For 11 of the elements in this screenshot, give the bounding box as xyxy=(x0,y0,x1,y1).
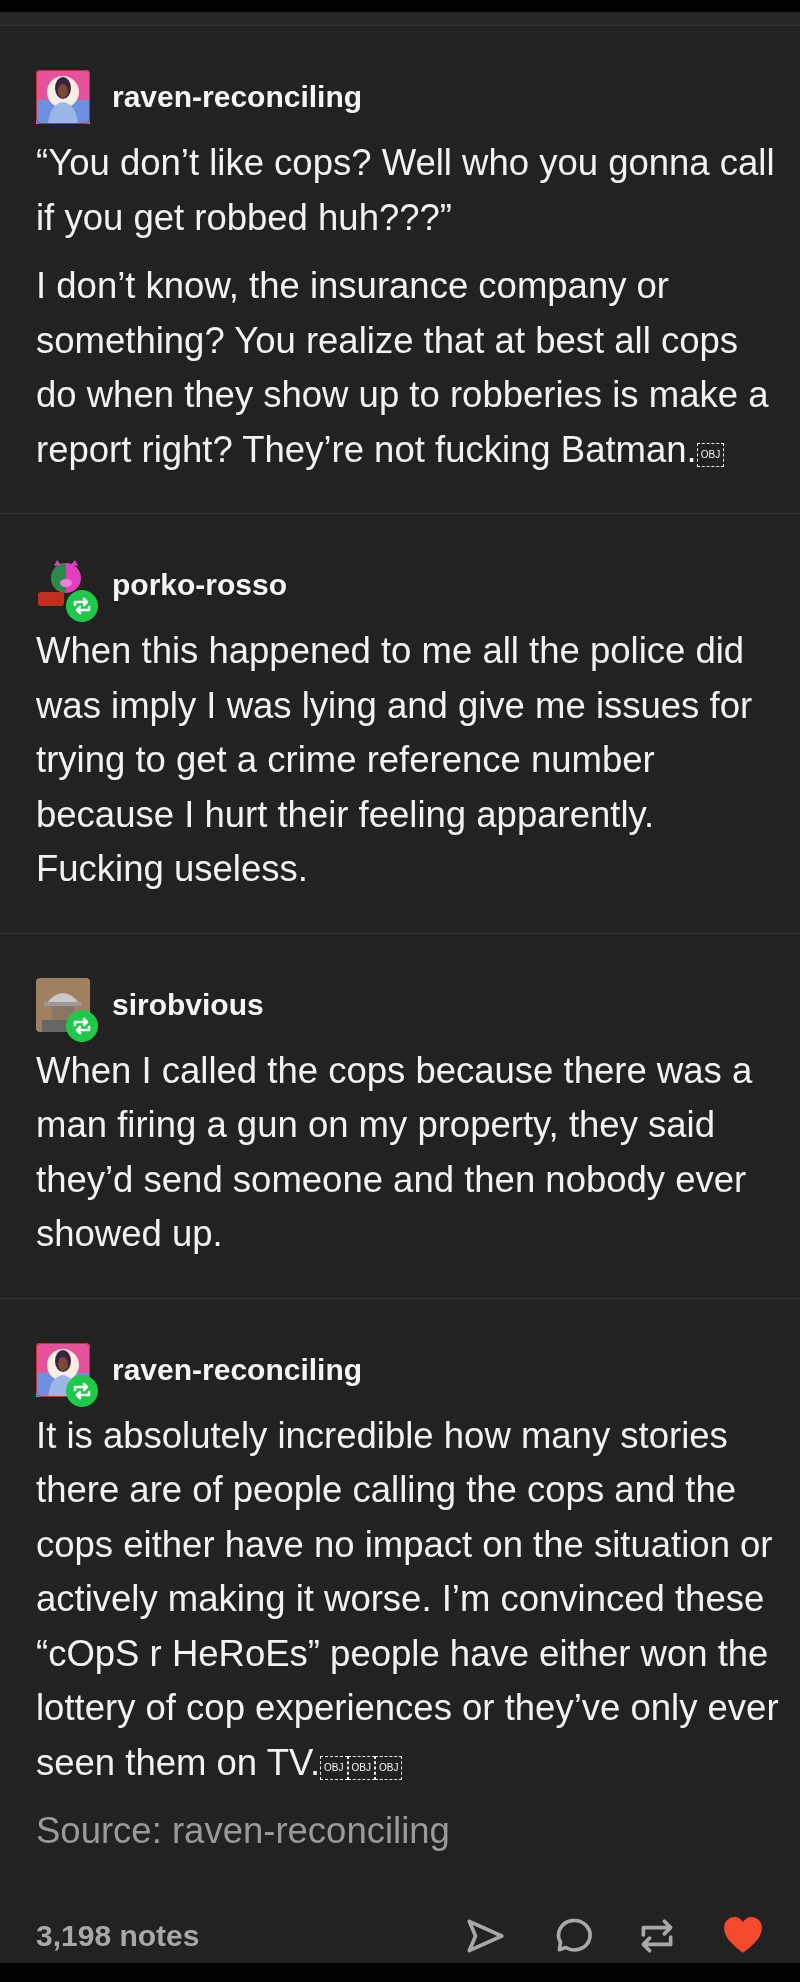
username[interactable]: raven-reconciling xyxy=(112,80,363,115)
source-text[interactable]: Source: raven-reconciling xyxy=(36,1804,780,1859)
username[interactable]: sirobvious xyxy=(112,988,264,1022)
post-text: When I called the cops because there was a man firing a gun on my property, they said they’d send someone and then nobody ever showed up. xyxy=(36,1049,754,1257)
post-text: It is absolutely incredible how many stories there are of people calling the cops and the cops either have no impact on the situation or actively making it worse. I’m convinced these “cOpS r HeRoEs” people have either won the lottery of cop experiences or they’ve only ever seen them on TV.OBJ OBJ OBJ xyxy=(36,1414,780,1785)
username[interactable]: porko-rosso xyxy=(112,568,288,603)
post-text: When this happened to me all the police did was imply I was lying and give me issues for trying to get a crime reference number because I hurt their feeling apparently. Fucking useless. xyxy=(36,629,754,892)
username[interactable]: raven-reconciling xyxy=(112,1353,363,1387)
post-text: I don’t know, the insurance company or something? You realize that at best all cops do when they show up to robberies is make a report right? They’re not fucking Batman.OBJ xyxy=(36,264,770,472)
post-text: “You don’t like cops? Well who you gonna call if you get robbed huh???” xyxy=(36,141,776,240)
notes-count[interactable]: 3,198 notes xyxy=(36,1919,200,1954)
